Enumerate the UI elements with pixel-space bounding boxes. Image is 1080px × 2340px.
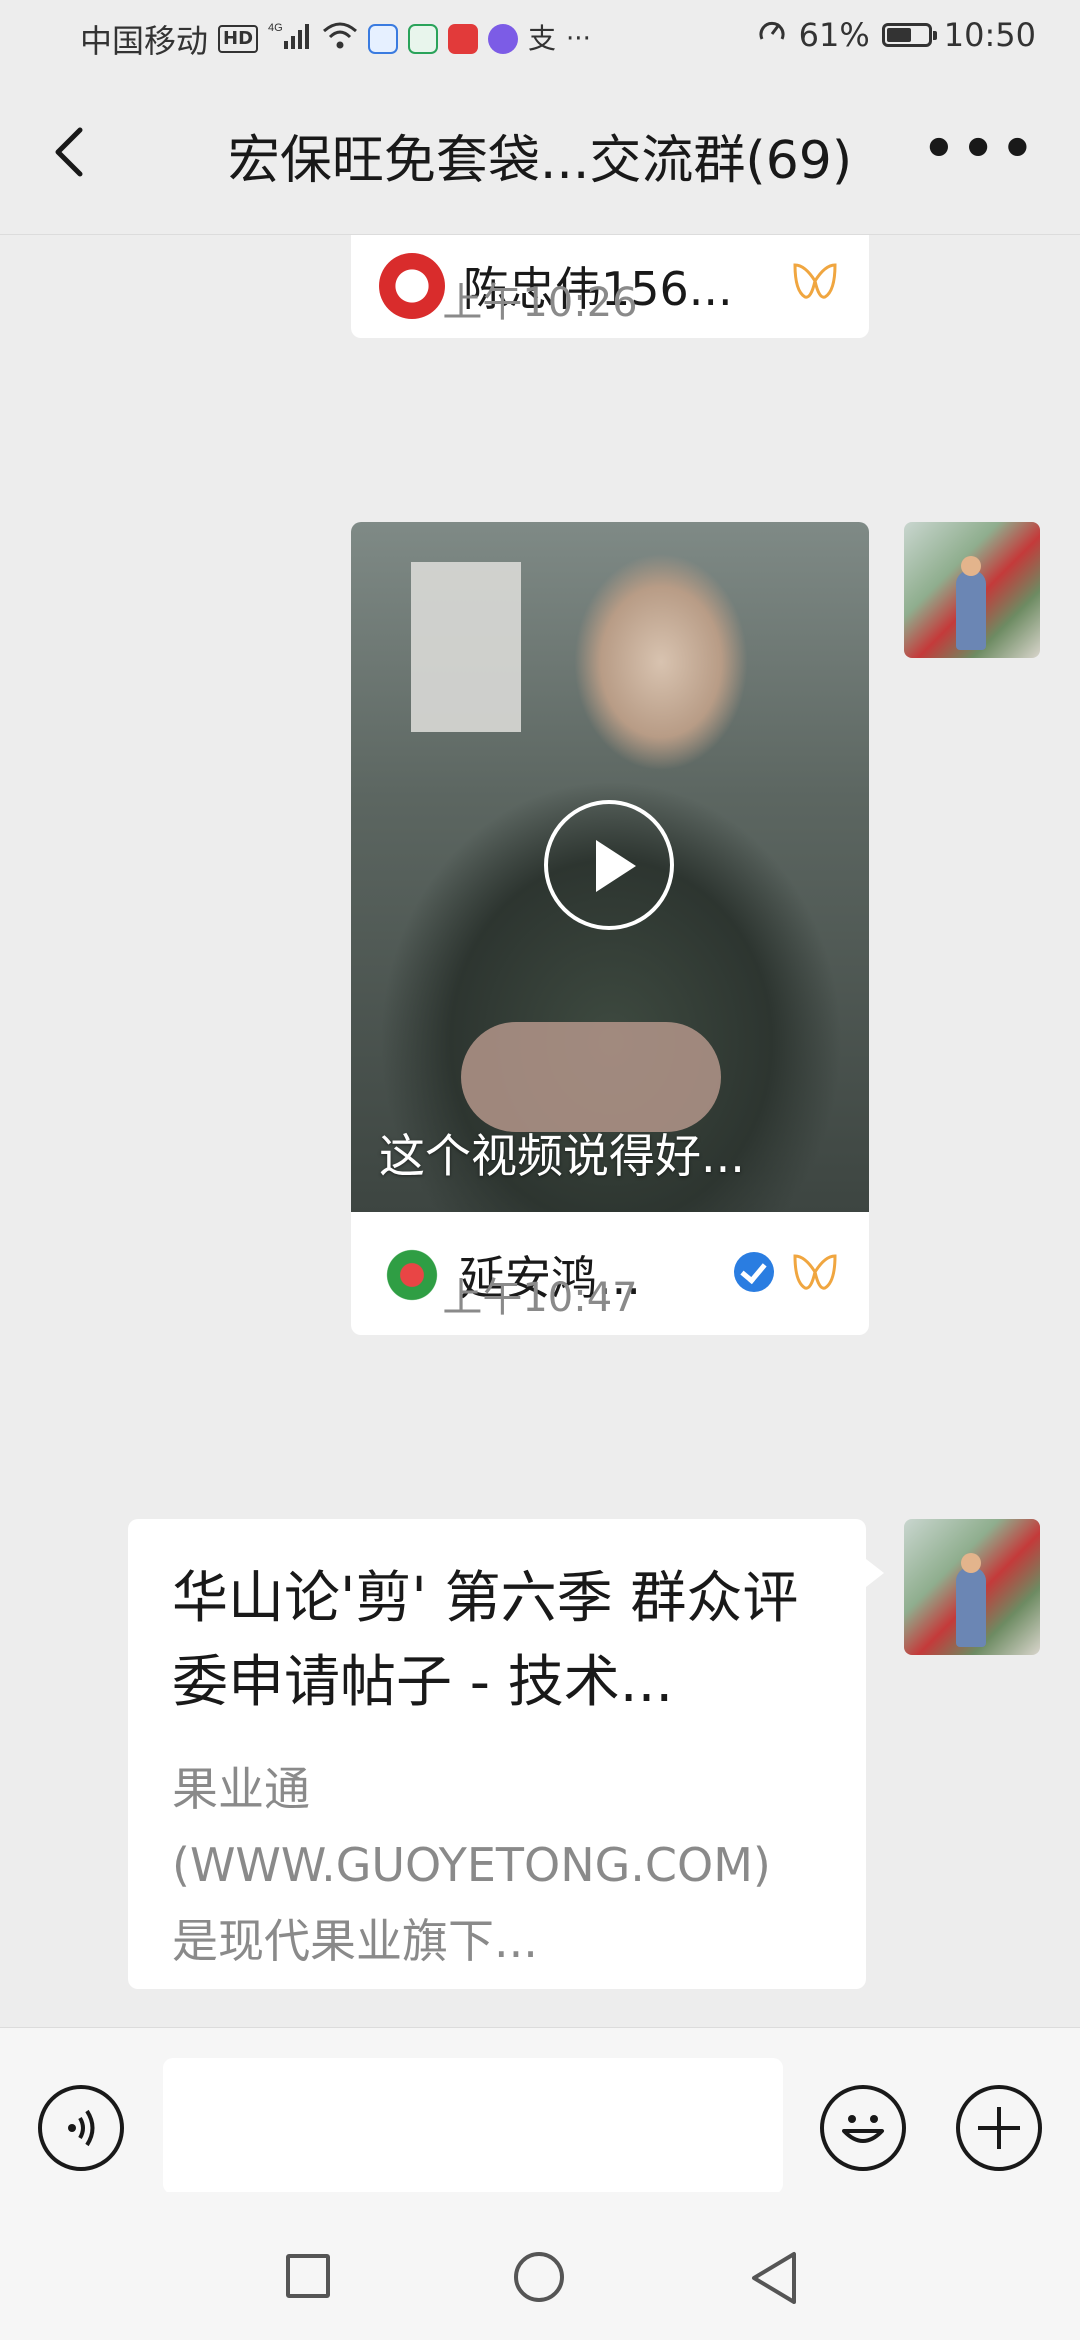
sender-avatar[interactable] — [904, 1519, 1040, 1655]
link-title: 华山论'剪' 第六季 群众评委申请帖子 - 技术... — [172, 1566, 799, 1715]
thumbnail-detail — [461, 1022, 721, 1132]
chat-title: 宏保旺免套袋...交流群(69) — [227, 131, 853, 191]
app-notification-icon — [408, 24, 439, 54]
hd-icon: HD — [218, 25, 259, 53]
video-thumbnail[interactable]: 这个视频说得好... — [351, 522, 869, 1212]
wifi-icon — [322, 21, 358, 58]
play-icon[interactable] — [544, 800, 674, 930]
battery-percent: 61% — [798, 16, 870, 54]
link-message-card[interactable]: 华山论'剪' 第六季 群众评委申请帖子 - 技术... 果业通(WWW.GUOY… — [128, 1519, 884, 1989]
voice-icon — [68, 2109, 95, 2147]
status-right: 61% 10:50 — [757, 16, 1036, 54]
emoji-button[interactable] — [820, 2085, 906, 2171]
chevron-left-icon — [55, 127, 83, 177]
avatar-figure — [956, 1567, 986, 1647]
more-button[interactable]: ••• — [922, 123, 1040, 175]
status-bar: 中国移动 HD 4G 支 ··· 61% 10:50 — [0, 0, 1080, 74]
avatar-head — [961, 1553, 981, 1573]
carrier-label: 中国移动 — [80, 22, 209, 60]
recent-apps-button[interactable] — [286, 2254, 330, 2298]
back-button[interactable] — [42, 122, 102, 182]
timestamp: 上午10:47 — [442, 1275, 638, 1321]
clock: 10:50 — [943, 16, 1036, 54]
chat-header: 宏保旺免套袋...交流群(69) ••• — [0, 74, 1080, 235]
home-button[interactable] — [514, 2252, 564, 2302]
message-list[interactable]: 陈忠伟156... 上午10:26 这个视频说得好... 延安鸿... 上午10… — [0, 235, 1080, 2027]
smiley-icon — [842, 2115, 884, 2143]
voice-input-button[interactable] — [38, 2085, 124, 2171]
battery-icon — [881, 23, 937, 47]
signal-icon: 4G — [268, 21, 312, 58]
system-navigation-bar — [0, 2192, 1080, 2340]
status-left: 中国移动 HD 4G 支 ··· — [80, 16, 591, 62]
timestamp: 上午10:26 — [442, 280, 638, 326]
input-bar — [0, 2027, 1080, 2194]
app-notification-icon — [448, 24, 479, 54]
more-icon: ••• — [922, 119, 1040, 179]
plus-icon — [978, 2107, 1020, 2149]
system-back-button[interactable] — [746, 2248, 802, 2308]
data-saver-icon — [757, 17, 787, 54]
sender-avatar[interactable] — [904, 522, 1040, 658]
svg-text:4G: 4G — [268, 22, 283, 34]
avatar-figure — [956, 570, 986, 650]
video-message-card[interactable]: 这个视频说得好... 延安鸿... — [351, 522, 869, 1335]
avatar-head — [961, 556, 981, 576]
music-icon — [488, 24, 519, 54]
alipay-icon: 支 — [528, 22, 557, 55]
app-notification-icon — [368, 24, 399, 54]
link-description: 果业通(WWW.GUOYETONG.COM)是现代果业旗下... — [172, 1762, 771, 1968]
thumbnail-background — [411, 562, 521, 732]
more-notifications-icon: ··· — [566, 24, 591, 54]
message-input[interactable] — [163, 2058, 783, 2194]
more-functions-button[interactable] — [956, 2085, 1042, 2171]
video-caption: 这个视频说得好... — [379, 1129, 745, 1183]
